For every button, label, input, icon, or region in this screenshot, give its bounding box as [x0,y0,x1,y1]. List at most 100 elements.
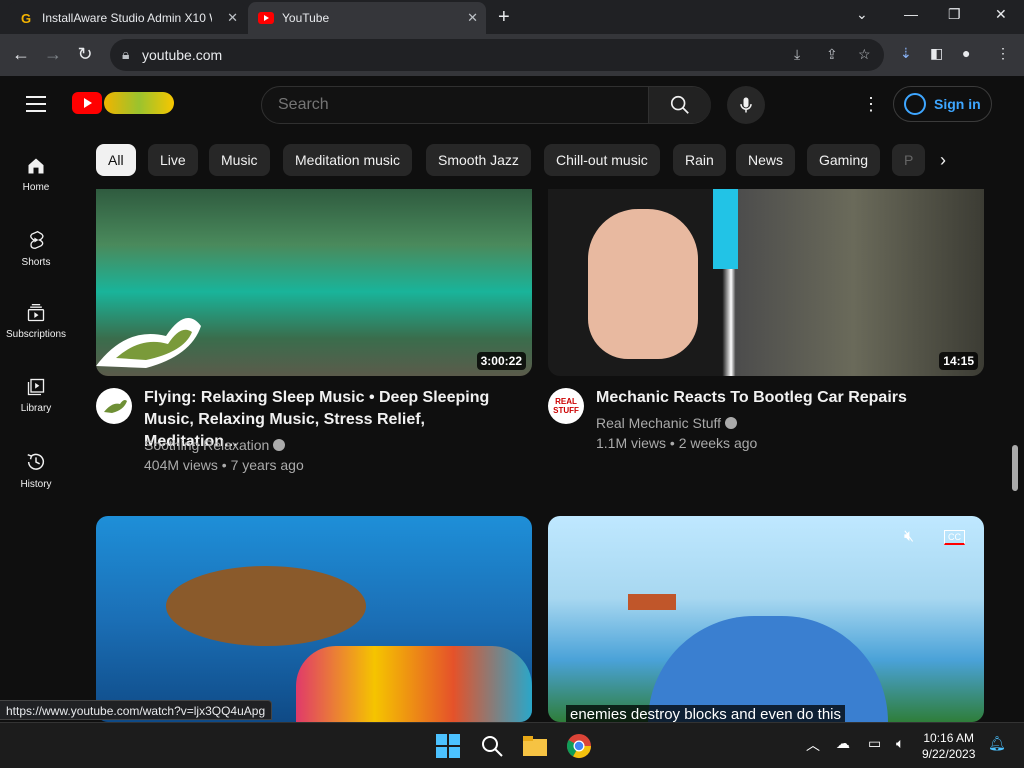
guide-label: Subscriptions [5,329,67,340]
extension-download-icon[interactable]: ⇣ [900,45,912,62]
search-button[interactable] [648,87,711,123]
video-meta: 1.1M views • 2 weeks ago [596,435,758,451]
reload-button[interactable]: ↻ [74,44,96,65]
video-meta: 404M views • 7 years ago [144,457,304,473]
guide-item-shorts[interactable]: Shorts [0,229,72,268]
omnibox[interactable]: 🔒︎ youtube.com ⤓ ⇪ ☆ [110,39,884,71]
page-scrollbar[interactable] [1012,445,1018,491]
chip-smooth-jazz[interactable]: Smooth Jazz [426,144,531,176]
onedrive-icon[interactable]: ☁︎ [836,735,850,752]
guide-item-home[interactable]: Home [0,156,72,193]
chip-all[interactable]: All [96,144,136,176]
history-icon [27,453,44,470]
show-hidden-icons-chevron-icon[interactable]: ︿ [806,735,820,755]
close-tab-icon[interactable]: ✕ [227,10,238,26]
windows-taskbar: ︿ ☁︎ ▭ 🔈︎ 10:16 AM 9/22/2023 🔔︎ [0,722,1024,768]
taskbar-clock[interactable]: 10:16 AM 9/22/2023 [922,730,975,762]
channel-name-text: Soothing Relaxation [144,437,270,453]
url-text[interactable]: youtube.com [142,47,222,63]
thumbnail-cyan-bg [713,189,738,269]
search-icon[interactable] [477,731,507,761]
minimize-button[interactable]: — [904,6,918,22]
voice-search-button[interactable] [727,86,765,124]
chip-news[interactable]: News [736,144,796,176]
guide-item-history[interactable]: History [0,451,72,490]
library-icon [27,378,45,396]
chip-live[interactable]: Live [148,144,198,176]
link-status-bubble: https://www.youtube.com/watch?v=ljx3QQ4u… [0,700,273,720]
close-window-button[interactable]: ✕ [995,6,1007,23]
youtube-logo[interactable] [72,92,102,114]
guide-label: Home [22,182,50,193]
home-icon [28,158,44,174]
sign-in-label: Sign in [934,96,981,112]
bookmark-star-icon[interactable]: ☆ [858,46,871,63]
channel-avatar[interactable] [96,388,132,424]
microphone-icon [740,97,752,113]
video-title[interactable]: Mechanic Reacts To Bootleg Car Repairs [596,387,966,409]
settings-kebab-icon[interactable]: ⋮ [862,94,880,115]
guide-item-library[interactable]: Library [0,377,72,414]
video-duration: 3:00:22 [476,352,526,370]
new-tab-button[interactable]: + [498,6,510,29]
browser-tab-bar: G InstallAware Studio Admin X10 W ✕ YouT… [0,0,1024,34]
search-icon [670,95,689,114]
notification-bell-icon[interactable]: 🔔︎ [988,735,1006,752]
tab-youtube[interactable]: YouTube ✕ [248,2,486,34]
channel-avatar[interactable]: REAL STUFF [548,388,584,424]
forward-button[interactable]: → [42,44,64,65]
back-button[interactable]: ← [10,44,32,65]
side-panel-icon[interactable]: ◧ [930,45,943,62]
share-icon[interactable]: ⇪ [826,46,838,63]
verified-check-icon [725,417,738,429]
channel-name[interactable]: Soothing Relaxation [144,437,286,453]
captions-button[interactable]: CC [944,530,965,545]
profile-icon[interactable]: ● [962,45,970,61]
video-thumbnail-turtle[interactable] [96,516,532,722]
chrome-icon[interactable] [564,731,594,761]
install-app-icon[interactable]: ⤓ [794,46,800,63]
guide-label: Library [20,403,52,414]
clock-time: 10:16 AM [923,731,975,745]
tab-title: InstallAware Studio Admin X10 W [42,11,212,25]
thumbnail-blocks [628,594,676,610]
sign-in-button[interactable]: Sign in [893,86,992,122]
inline-player-controls: 🔇︎ CC [896,524,976,554]
mute-icon[interactable]: 🔇︎ [904,528,914,546]
tab-search-chevron-icon[interactable]: ⌄ [856,6,868,23]
address-toolbar: ← → ↻ 🔒︎ youtube.com ⤓ ⇪ ☆ ⇣ ◧ ● ⋮ [0,34,1024,76]
tab-installaware[interactable]: G InstallAware Studio Admin X10 W ✕ [8,2,246,34]
chip-gaming[interactable]: Gaming [807,144,881,176]
lock-icon[interactable]: 🔒︎ [122,46,129,63]
video-duration: 14:15 [939,352,978,370]
video-thumbnail-mechanic[interactable]: 14:15 [548,189,984,376]
chips-next-chevron-icon[interactable]: › [940,150,946,171]
volume-muted-icon[interactable]: 🔈︎ [896,735,904,752]
hamburger-menu-icon[interactable] [26,96,46,117]
verified-check-icon [273,439,286,451]
restore-button[interactable]: ❐ [948,6,961,23]
windows-start-icon[interactable] [433,731,463,761]
video-thumbnail-flying[interactable]: 3:00:22 [96,189,532,376]
search-box [261,86,711,124]
search-input[interactable] [278,96,638,114]
youtube-doodle-logo[interactable] [104,92,174,114]
guide-item-subscriptions[interactable]: Subscriptions [0,303,72,340]
chrome-menu-icon[interactable]: ⋮ [996,45,1010,62]
chip-partial[interactable]: P [892,144,926,176]
chip-music[interactable]: Music [209,144,270,176]
youtube-favicon-icon [258,10,274,26]
file-explorer-icon[interactable] [520,731,550,761]
account-icon [904,93,926,115]
shorts-icon [30,230,44,250]
close-tab-icon[interactable]: ✕ [467,10,478,26]
chip-meditation-music[interactable]: Meditation music [283,144,413,176]
subscriptions-icon [27,304,45,322]
display-icon[interactable]: ▭ [868,735,881,752]
channel-name[interactable]: Real Mechanic Stuff [596,415,738,431]
youtube-header: ⋮ Sign in [0,76,1024,132]
guide-label: History [20,479,52,490]
bird-avatar-icon [104,400,127,413]
chip-rain[interactable]: Rain [673,144,726,176]
chip-chill-out-music[interactable]: Chill-out music [544,144,660,176]
